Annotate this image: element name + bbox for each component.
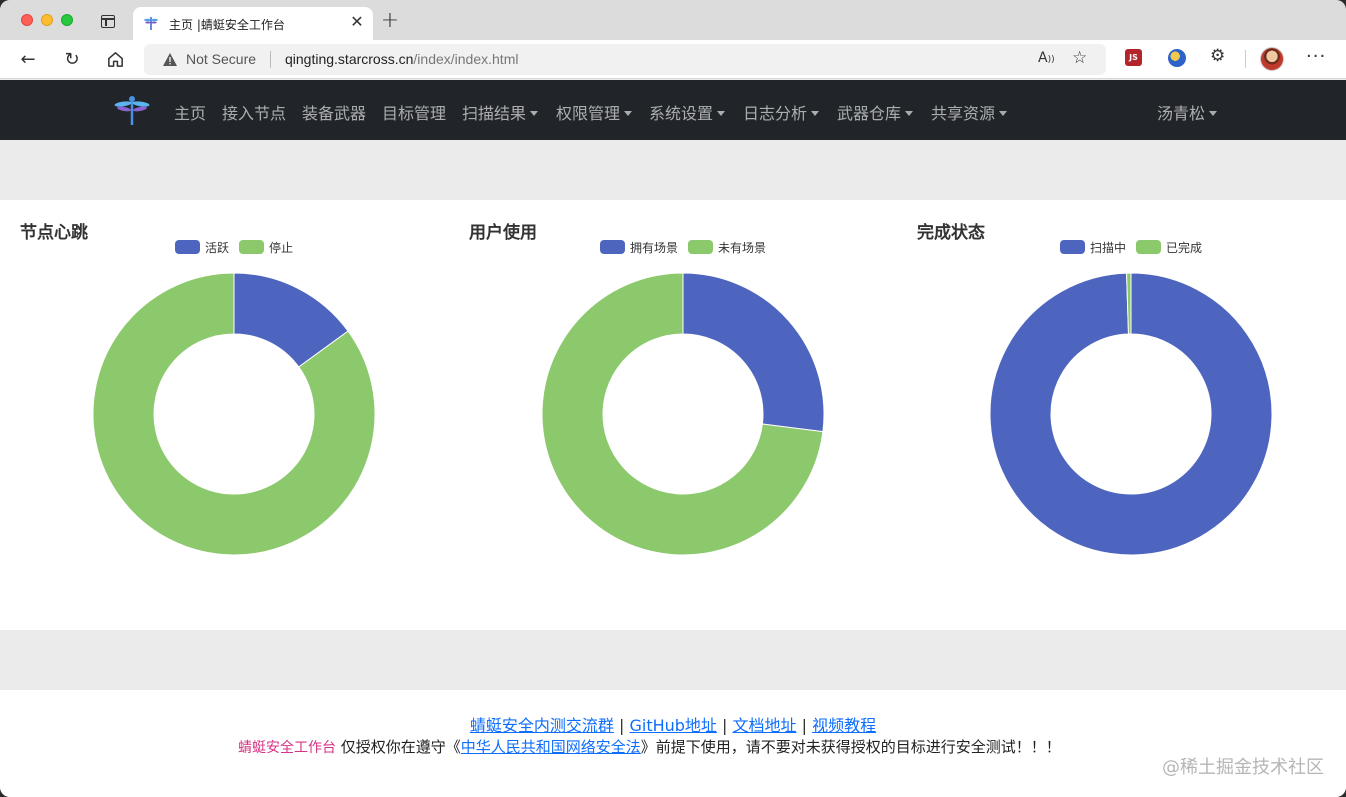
footer-separator: |	[801, 716, 807, 735]
legend-swatch	[600, 240, 625, 254]
donut-chart	[990, 273, 1272, 555]
tab-title: 主页 |蜻蜓安全工作台	[169, 18, 285, 32]
nav-item-label: 接入节点	[222, 104, 287, 123]
watermark: @稀土掘金技术社区	[1162, 757, 1324, 778]
nav-item-label: 武器仓库	[837, 104, 902, 123]
legend-swatch	[1136, 240, 1161, 254]
profile-avatar[interactable]	[1260, 47, 1284, 71]
nav-item-label: 扫描结果	[462, 104, 527, 123]
legend-label: 停止	[269, 241, 294, 255]
content-spacer-top	[0, 140, 1346, 200]
zoom-window-button[interactable]	[61, 14, 73, 26]
footer-disclaimer: 蜻蜓安全工作台 仅授权你在遵守《中华人民共和国网络安全法》前提下使用，请不要对未…	[238, 736, 1061, 757]
nav-item-label: 主页	[174, 104, 207, 123]
address-divider	[270, 51, 271, 68]
browser-toolbar: ← ↻ Not Secure qingting.starcross.cn/ind…	[0, 40, 1346, 79]
close-window-button[interactable]	[21, 14, 33, 26]
chart-title: 用户使用	[469, 223, 537, 243]
donut-chart	[93, 273, 375, 555]
nav-item-label: 系统设置	[649, 104, 714, 123]
nav-item-label: 共享资源	[931, 104, 996, 123]
chevron-down-icon	[811, 111, 820, 116]
new-tab-button[interactable]: +	[379, 10, 401, 32]
legend-label: 已完成	[1166, 241, 1203, 255]
nav-item-2[interactable]: 装备武器	[302, 100, 366, 124]
nav-item-9[interactable]: 共享资源	[931, 100, 1008, 124]
donut-slice-0[interactable]	[682, 273, 824, 433]
nav-item-label: 日志分析	[743, 104, 808, 123]
chevron-down-icon	[905, 111, 914, 116]
footer-links: 蜻蜓安全内测交流群 | GitHub地址 | 文档地址 | 视频教程	[0, 712, 1346, 736]
nav-item-0[interactable]: 主页	[174, 100, 206, 124]
tab-actions-icon[interactable]	[101, 15, 115, 28]
favorite-star-icon[interactable]: ☆	[1072, 48, 1087, 68]
nav-item-6[interactable]: 系统设置	[649, 100, 726, 124]
legend-swatch	[175, 240, 200, 254]
legend-label: 活跃	[205, 241, 230, 255]
footer-note-suffix: 》前提下使用，请不要对未获得授权的目标进行安全测试！！！	[640, 738, 1061, 756]
tab-active[interactable]: 主页 |蜻蜓安全工作台 ✕	[133, 7, 373, 40]
user-menu[interactable]: 汤青松	[1157, 100, 1218, 124]
dashboard-charts: 节点心跳活跃 停止 用户使用拥有场景 未有场景 完成状态扫描中 已完成	[0, 200, 1346, 630]
footer-separator: |	[722, 716, 728, 735]
nav-item-label: 装备武器	[302, 104, 367, 123]
url-host: qingting.starcross.cn	[285, 51, 414, 67]
footer-law-link[interactable]: 中华人民共和国网络安全法	[461, 738, 641, 756]
legend-swatch	[239, 240, 264, 254]
content-spacer-bottom	[0, 630, 1346, 690]
chart-title: 节点心跳	[20, 223, 88, 243]
nav-item-label: 目标管理	[382, 104, 447, 123]
home-icon[interactable]	[106, 50, 125, 69]
address-bar[interactable]: Not Secure qingting.starcross.cn/index/i…	[144, 44, 1106, 75]
extensions-puzzle-icon[interactable]: ⚙	[1210, 46, 1225, 66]
dragonfly-favicon-icon	[144, 17, 158, 30]
nav-item-label: 权限管理	[556, 104, 621, 123]
chevron-down-icon	[1209, 111, 1218, 116]
security-label[interactable]: Not Secure	[186, 51, 256, 67]
footer-link-github[interactable]: GitHub地址	[629, 716, 716, 735]
dragonfly-logo-icon[interactable]	[114, 93, 150, 127]
tab-close-icon[interactable]: ✕	[347, 12, 367, 32]
page-footer: 蜻蜓安全内测交流群 | GitHub地址 | 文档地址 | 视频教程 蜻蜓安全工…	[0, 690, 1346, 797]
nav-item-7[interactable]: 日志分析	[743, 100, 820, 124]
url-text[interactable]: qingting.starcross.cn/index/index.html	[285, 51, 518, 67]
warning-icon	[163, 53, 177, 66]
footer-link-videos[interactable]: 视频教程	[812, 716, 876, 735]
legend-label: 未有场景	[718, 241, 767, 255]
nav-item-1[interactable]: 接入节点	[222, 100, 286, 124]
chevron-down-icon	[530, 111, 539, 116]
js-extension-icon[interactable]: JS	[1125, 49, 1142, 66]
user-name: 汤青松	[1157, 104, 1206, 123]
donut-chart	[542, 273, 824, 555]
footer-link-community[interactable]: 蜻蜓安全内测交流群	[470, 716, 614, 735]
extension-circle-icon[interactable]	[1168, 49, 1186, 67]
footer-link-docs[interactable]: 文档地址	[733, 716, 797, 735]
more-menu-icon[interactable]: ···	[1306, 46, 1326, 67]
legend-swatch	[1060, 240, 1085, 254]
tab-strip: 主页 |蜻蜓安全工作台 ✕ +	[0, 0, 1346, 40]
legend-label: 拥有场景	[630, 241, 679, 255]
app-navbar: 主页 接入节点 装备武器 目标管理 扫描结果 权限管理 系统设置 日志分析 武器仓库 共享资源 汤…	[0, 80, 1346, 140]
read-aloud-icon[interactable]: A))	[1038, 50, 1055, 66]
url-path: /index/index.html	[413, 51, 519, 67]
chevron-down-icon	[717, 111, 726, 116]
minimize-window-button[interactable]	[41, 14, 53, 26]
footer-note-prefix: 仅授权你在遵守《	[336, 738, 461, 756]
nav-item-5[interactable]: 权限管理	[556, 100, 633, 124]
legend-swatch	[688, 240, 713, 254]
chevron-down-icon	[624, 111, 633, 116]
footer-separator: |	[618, 716, 625, 735]
nav-item-3[interactable]: 目标管理	[382, 100, 446, 124]
browser-window: 主页 |蜻蜓安全工作台 ✕ + ← ↻ Not Secure qingting.…	[0, 0, 1346, 797]
chart-title: 完成状态	[917, 223, 985, 243]
toolbar-divider	[1245, 50, 1246, 68]
nav-item-4[interactable]: 扫描结果	[462, 100, 539, 124]
chevron-down-icon	[999, 111, 1008, 116]
legend-label: 扫描中	[1090, 241, 1127, 255]
footer-brand: 蜻蜓安全工作台	[238, 740, 336, 756]
refresh-icon[interactable]: ↻	[61, 49, 83, 71]
nav-item-8[interactable]: 武器仓库	[837, 100, 914, 124]
back-icon[interactable]: ←	[17, 49, 39, 71]
